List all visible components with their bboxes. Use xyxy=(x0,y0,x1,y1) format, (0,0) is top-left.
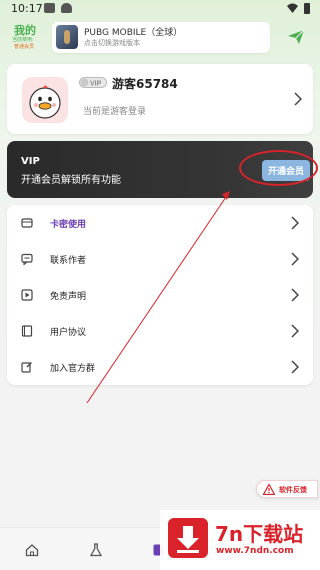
notification-android-icon xyxy=(61,3,72,13)
menu-item-user-agreement[interactable]: 用户协议 xyxy=(7,313,313,349)
membership-caption: 当前使用: xyxy=(12,37,34,43)
book-icon xyxy=(21,325,33,337)
vip-title: VIP xyxy=(21,156,40,167)
menu-item-label: 加入官方群 xyxy=(50,364,96,374)
edit-icon xyxy=(21,362,32,373)
watermark-url: www.7ndn.com xyxy=(216,546,294,556)
notification-app-icon xyxy=(44,3,55,13)
warning-icon xyxy=(263,484,275,495)
avatar xyxy=(22,77,68,123)
user-profile-card[interactable]: VIP 游客65784 当前是游客登录 xyxy=(7,64,313,134)
game-thumbnail xyxy=(56,25,78,49)
vip-badge-icon: VIP xyxy=(79,77,107,88)
chevron-right-icon xyxy=(291,324,299,338)
site-watermark: 7n下载站 www.7ndn.com xyxy=(160,510,320,570)
chat-icon xyxy=(21,253,33,265)
chevron-right-icon xyxy=(291,288,299,302)
wifi-icon xyxy=(287,3,298,13)
game-version-switcher[interactable]: PUBG MOBILE（全球） 点击切换游戏版本 xyxy=(52,22,270,53)
menu-item-label: 联系作者 xyxy=(50,256,87,266)
menu-item-join-group[interactable]: 加入官方群 xyxy=(7,349,313,385)
annotation-ellipse xyxy=(239,150,318,186)
play-doc-icon xyxy=(21,289,33,301)
menu-item-label: 卡密使用 xyxy=(50,220,87,230)
card-key-icon xyxy=(21,218,33,228)
send-icon[interactable] xyxy=(288,30,304,44)
svg-text:VIP: VIP xyxy=(90,81,102,88)
chevron-right-icon xyxy=(291,252,299,266)
feedback-button[interactable]: 软件反馈 xyxy=(256,480,318,498)
menu-list: 卡密使用 联系作者 免责声明 用户协议 加入官方群 xyxy=(7,205,313,385)
login-status: 当前是游客登录 xyxy=(83,107,147,117)
menu-item-card-key[interactable]: 卡密使用 xyxy=(7,205,313,241)
menu-item-disclaimer[interactable]: 免责声明 xyxy=(7,277,313,313)
watermark-title: 7n下载站 xyxy=(215,522,304,546)
chevron-right-icon xyxy=(291,360,299,374)
game-name: PUBG MOBILE（全球） xyxy=(84,28,183,38)
status-bar: 10:17 xyxy=(0,0,320,18)
duck-avatar-icon xyxy=(22,77,68,123)
username: 游客65784 xyxy=(112,77,178,91)
chevron-right-icon xyxy=(291,216,299,230)
battery-icon xyxy=(304,3,310,14)
header: 我的 当前使用: 普通会员 PUBG MOBILE（全球） 点击切换游戏版本 xyxy=(0,18,320,58)
game-switch-hint: 点击切换游戏版本 xyxy=(84,39,140,47)
membership-level: 普通会员 xyxy=(14,44,35,50)
status-time: 10:17 xyxy=(11,2,43,15)
feedback-label: 软件反馈 xyxy=(279,486,307,494)
home-icon[interactable] xyxy=(25,543,39,557)
vip-description: 开通会员解锁所有功能 xyxy=(21,175,121,186)
menu-item-contact-author[interactable]: 联系作者 xyxy=(7,241,313,277)
chevron-right-icon xyxy=(294,92,302,106)
menu-item-label: 免责声明 xyxy=(50,292,87,302)
menu-item-label: 用户协议 xyxy=(50,328,87,338)
flask-icon[interactable] xyxy=(89,543,103,557)
download-logo-icon xyxy=(168,518,208,558)
